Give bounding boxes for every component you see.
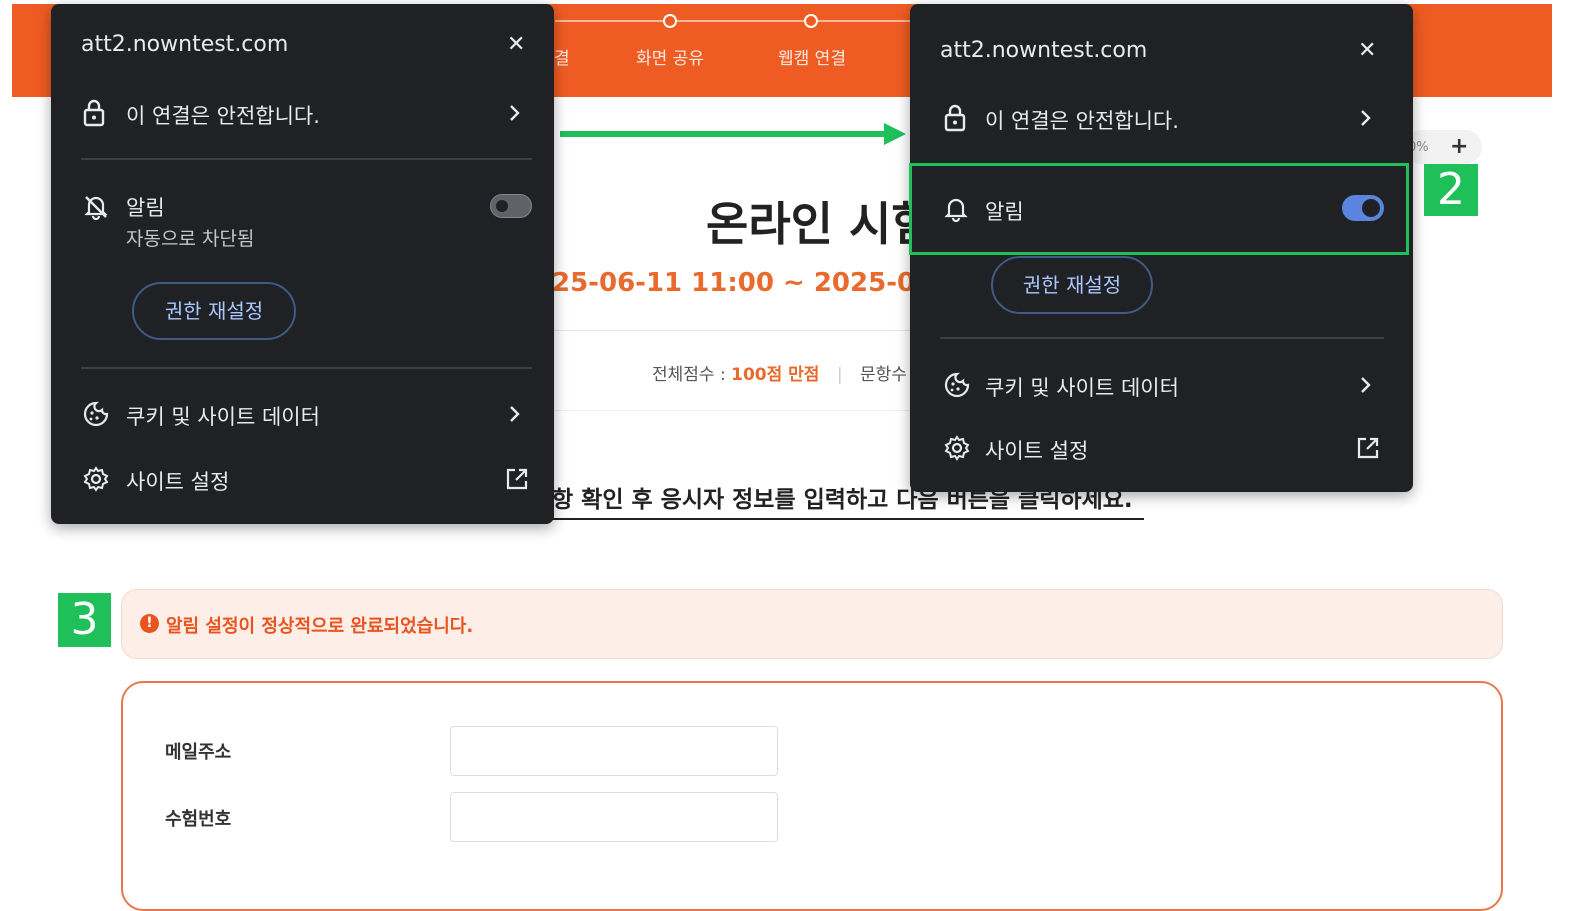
bell-off-icon — [83, 194, 109, 220]
step-dot — [804, 14, 818, 28]
site-settings-item[interactable]: 사이트 설정 — [126, 466, 229, 496]
question-count-label: 문항수 — [859, 365, 907, 385]
step-badge-3: 3 — [58, 593, 111, 647]
gear-icon — [944, 435, 970, 461]
step-progress-line — [555, 20, 915, 22]
site-domain: att2.nowntest.com — [81, 32, 289, 57]
separator: | — [836, 365, 843, 385]
reset-permissions-button[interactable]: 권한 재설정 — [132, 282, 296, 340]
lock-icon — [944, 104, 966, 132]
divider — [81, 367, 532, 369]
chevron-right-icon[interactable] — [509, 405, 521, 423]
external-link-icon[interactable] — [1356, 436, 1380, 460]
transition-arrow-head — [884, 123, 906, 145]
notification-highlight — [909, 163, 1409, 255]
notification-label: 알림 — [985, 200, 1024, 224]
notification-toggle-off[interactable] — [490, 194, 532, 218]
alert-info-icon: ! — [140, 614, 159, 633]
divider — [81, 158, 532, 160]
score-line: 전체점수 : 100점 만점 | 문항수 — [652, 360, 907, 385]
site-info-popup-after: att2.nowntest.com ✕ 이 연결은 안전합니다. 알림 권한 재… — [909, 4, 1413, 492]
score-label: 전체점수 : — [652, 365, 726, 385]
email-label: 메일주소 — [165, 742, 232, 763]
cookies-site-data-item[interactable]: 쿠키 및 사이트 데이터 — [985, 372, 1179, 402]
chevron-right-icon[interactable] — [1360, 109, 1372, 127]
email-field[interactable] — [450, 726, 778, 776]
close-icon[interactable]: ✕ — [1358, 38, 1376, 63]
gear-icon — [83, 466, 109, 492]
chevron-right-icon[interactable] — [509, 104, 521, 122]
site-info-popup-before: att2.nowntest.com ✕ 이 연결은 안전합니다. 알림 자동으로… — [51, 4, 554, 524]
lock-icon — [83, 99, 105, 127]
alert-message: 알림 설정이 정상적으로 완료되었습니다. — [166, 616, 474, 637]
cookie-icon — [83, 401, 109, 427]
cookies-site-data-item[interactable]: 쿠키 및 사이트 데이터 — [126, 401, 320, 431]
reset-permissions-button[interactable]: 권한 재설정 — [991, 256, 1153, 314]
divider — [940, 337, 1384, 339]
step-label-partial: 결 — [554, 49, 570, 69]
exam-number-field[interactable] — [450, 792, 778, 842]
notification-label: 알림 — [126, 196, 165, 220]
connection-secure-text[interactable]: 이 연결은 안전합니다. — [126, 100, 320, 130]
divider — [552, 410, 932, 411]
cookie-icon — [944, 372, 970, 398]
chevron-right-icon[interactable] — [1360, 376, 1372, 394]
exam-period: 25-06-11 11:00 ~ 2025-06-1 — [552, 268, 963, 298]
page-title: 온라인 시험 — [706, 197, 934, 251]
notification-status: 자동으로 차단됨 — [126, 228, 255, 250]
notification-toggle-on[interactable] — [1342, 195, 1384, 221]
external-link-icon[interactable] — [505, 467, 529, 491]
connection-secure-text[interactable]: 이 연결은 안전합니다. — [985, 105, 1179, 135]
applicant-form — [121, 681, 1503, 911]
zoom-in-button[interactable]: + — [1450, 134, 1468, 159]
instruction-underline — [552, 518, 1144, 520]
bell-icon — [944, 196, 968, 222]
exam-number-label: 수험번호 — [165, 809, 232, 830]
site-settings-item[interactable]: 사이트 설정 — [985, 435, 1088, 465]
close-icon[interactable]: ✕ — [507, 32, 525, 57]
score-value: 100점 만점 — [731, 365, 820, 385]
site-domain: att2.nowntest.com — [940, 38, 1148, 63]
step-dot — [663, 14, 677, 28]
divider — [552, 330, 932, 331]
step-label-webcam: 웹캠 연결 — [778, 49, 846, 69]
step-label-screen-share: 화면 공유 — [636, 49, 704, 69]
transition-arrow — [560, 131, 892, 137]
step-badge-2: 2 — [1424, 164, 1478, 216]
